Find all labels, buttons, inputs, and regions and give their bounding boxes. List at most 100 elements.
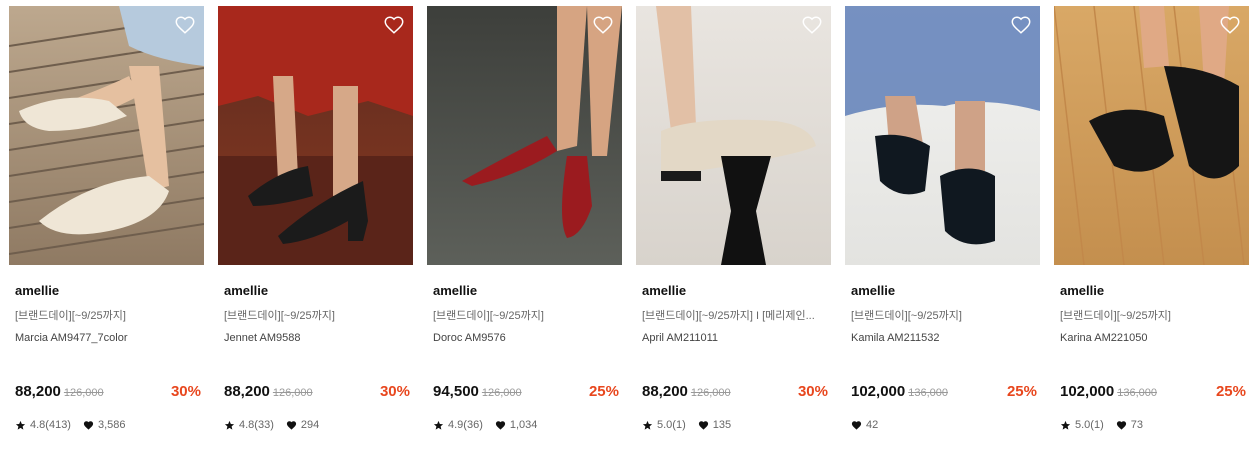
rating: 5.0(1) xyxy=(642,419,686,431)
sale-price: 88,200 xyxy=(642,383,688,400)
product-photo xyxy=(218,6,413,265)
rating-value: 5.0(1) xyxy=(657,419,686,431)
product-photo xyxy=(9,6,204,265)
likes-count: 135 xyxy=(712,419,732,431)
sale-price: 88,200 xyxy=(15,383,61,400)
likes: 1,034 xyxy=(495,419,538,431)
star-icon xyxy=(224,420,235,430)
product-image[interactable] xyxy=(427,6,622,265)
original-price: 136,000 xyxy=(1117,387,1157,399)
original-price: 126,000 xyxy=(272,387,313,399)
likes: 294 xyxy=(286,419,319,431)
product-stats: 4.8(413) 3,586 xyxy=(15,419,138,431)
discount-rate: 30% xyxy=(170,383,201,400)
product-card[interactable]: amellie [브랜드데이][~9/25까지] Kamila AM211532 10… xyxy=(845,6,1040,446)
likes-count: 73 xyxy=(1130,419,1143,431)
sale-price: 102,000 xyxy=(851,383,906,400)
likes: 73 xyxy=(1116,419,1143,431)
rating: 4.8(413) xyxy=(15,419,71,431)
wishlist-heart-icon[interactable] xyxy=(1219,14,1241,36)
heart-filled-icon xyxy=(851,420,862,430)
discount-rate: 25% xyxy=(1006,383,1037,400)
discount-rate: 25% xyxy=(588,383,619,400)
price-row: 102,000 136,000 25% xyxy=(1060,383,1246,403)
product-card[interactable]: amellie [브랜드데이][~9/25까지] I [메리제인... April … xyxy=(636,6,831,446)
wishlist-heart-icon[interactable] xyxy=(592,14,614,36)
rating-value: 4.8(33) xyxy=(239,419,274,431)
product-photo xyxy=(427,6,622,265)
product-photo xyxy=(1054,6,1249,265)
rating-value: 4.8(413) xyxy=(30,419,71,431)
brand-name[interactable]: amellie xyxy=(1060,283,1104,298)
sale-price: 94,500 xyxy=(433,383,479,400)
product-image[interactable] xyxy=(636,6,831,265)
product-stats: 4.9(36) 1,034 xyxy=(433,419,549,431)
promo-text[interactable]: [브랜드데이][~9/25까지] xyxy=(851,307,1037,323)
product-name[interactable]: Doroc AM9576 xyxy=(433,332,506,344)
product-photo xyxy=(845,6,1040,265)
product-stats: 42 xyxy=(851,419,890,431)
likes-count: 1,034 xyxy=(509,419,538,431)
wishlist-heart-icon[interactable] xyxy=(801,14,823,36)
discount-rate: 25% xyxy=(1215,383,1246,400)
promo-text[interactable]: [브랜드데이][~9/25까지] xyxy=(1060,307,1246,323)
product-stats: 5.0(1) 135 xyxy=(642,419,743,431)
discount-rate: 30% xyxy=(379,383,410,400)
rating-value: 5.0(1) xyxy=(1075,419,1104,431)
promo-text[interactable]: [브랜드데이][~9/25까지] I [메리제인... xyxy=(642,307,828,323)
promo-text[interactable]: [브랜드데이][~9/25까지] xyxy=(224,307,410,323)
promo-text[interactable]: [브랜드데이][~9/25까지] xyxy=(15,307,201,323)
likes-count: 294 xyxy=(300,419,320,431)
product-name[interactable]: Jennet AM9588 xyxy=(224,332,300,344)
wishlist-heart-icon[interactable] xyxy=(174,14,196,36)
product-image[interactable] xyxy=(9,6,204,265)
original-price: 126,000 xyxy=(63,387,104,399)
wishlist-heart-icon[interactable] xyxy=(383,14,405,36)
likes-count: 3,586 xyxy=(97,419,126,431)
product-card[interactable]: amellie [브랜드데이][~9/25까지] Karina AM221050 10… xyxy=(1054,6,1249,446)
brand-name[interactable]: amellie xyxy=(642,283,686,298)
likes-count: 42 xyxy=(866,419,879,431)
rating-value: 4.9(36) xyxy=(448,419,483,431)
original-price: 126,000 xyxy=(690,387,731,399)
heart-filled-icon xyxy=(1116,420,1126,430)
price-row: 94,500 126,000 25% xyxy=(433,383,619,403)
promo-text[interactable]: [브랜드데이][~9/25까지] xyxy=(433,307,619,323)
product-image[interactable] xyxy=(218,6,413,265)
price-row: 88,200 126,000 30% xyxy=(15,383,201,403)
product-image[interactable] xyxy=(845,6,1040,265)
product-name[interactable]: Marcia AM9477_7color xyxy=(15,332,128,344)
product-name[interactable]: Kamila AM211532 xyxy=(851,332,939,344)
likes: 42 xyxy=(851,419,878,431)
sale-price: 88,200 xyxy=(224,383,270,400)
product-card[interactable]: amellie [브랜드데이][~9/25까지] Doroc AM9576 94,50… xyxy=(427,6,622,446)
price-row: 88,200 126,000 30% xyxy=(642,383,828,403)
star-icon xyxy=(1060,420,1071,430)
likes: 135 xyxy=(698,419,731,431)
discount-rate: 30% xyxy=(797,383,828,400)
product-card[interactable]: amellie [브랜드데이][~9/25까지] Marcia AM9477_7co… xyxy=(9,6,204,446)
brand-name[interactable]: amellie xyxy=(433,283,477,298)
brand-name[interactable]: amellie xyxy=(15,283,59,298)
heart-filled-icon xyxy=(83,420,94,430)
rating: 4.8(33) xyxy=(224,419,274,431)
heart-filled-icon xyxy=(495,420,505,430)
product-name[interactable]: April AM211011 xyxy=(642,332,718,344)
brand-name[interactable]: amellie xyxy=(851,283,895,298)
wishlist-heart-icon[interactable] xyxy=(1010,14,1032,36)
rating: 5.0(1) xyxy=(1060,419,1104,431)
heart-filled-icon xyxy=(698,420,708,430)
product-stats: 4.8(33) 294 xyxy=(224,419,331,431)
product-name[interactable]: Karina AM221050 xyxy=(1060,332,1147,344)
heart-filled-icon xyxy=(286,420,296,430)
product-image[interactable] xyxy=(1054,6,1249,265)
brand-name[interactable]: amellie xyxy=(224,283,268,298)
product-card[interactable]: amellie [브랜드데이][~9/25까지] Jennet AM9588 88,2… xyxy=(218,6,413,446)
product-stats: 5.0(1) 73 xyxy=(1060,419,1155,431)
product-photo xyxy=(636,6,831,265)
star-icon xyxy=(15,420,26,430)
product-grid: amellie [브랜드데이][~9/25까지] Marcia AM9477_7co… xyxy=(9,6,1249,446)
original-price: 126,000 xyxy=(481,387,522,399)
sale-price: 102,000 xyxy=(1060,383,1115,400)
original-price: 136,000 xyxy=(908,387,948,399)
